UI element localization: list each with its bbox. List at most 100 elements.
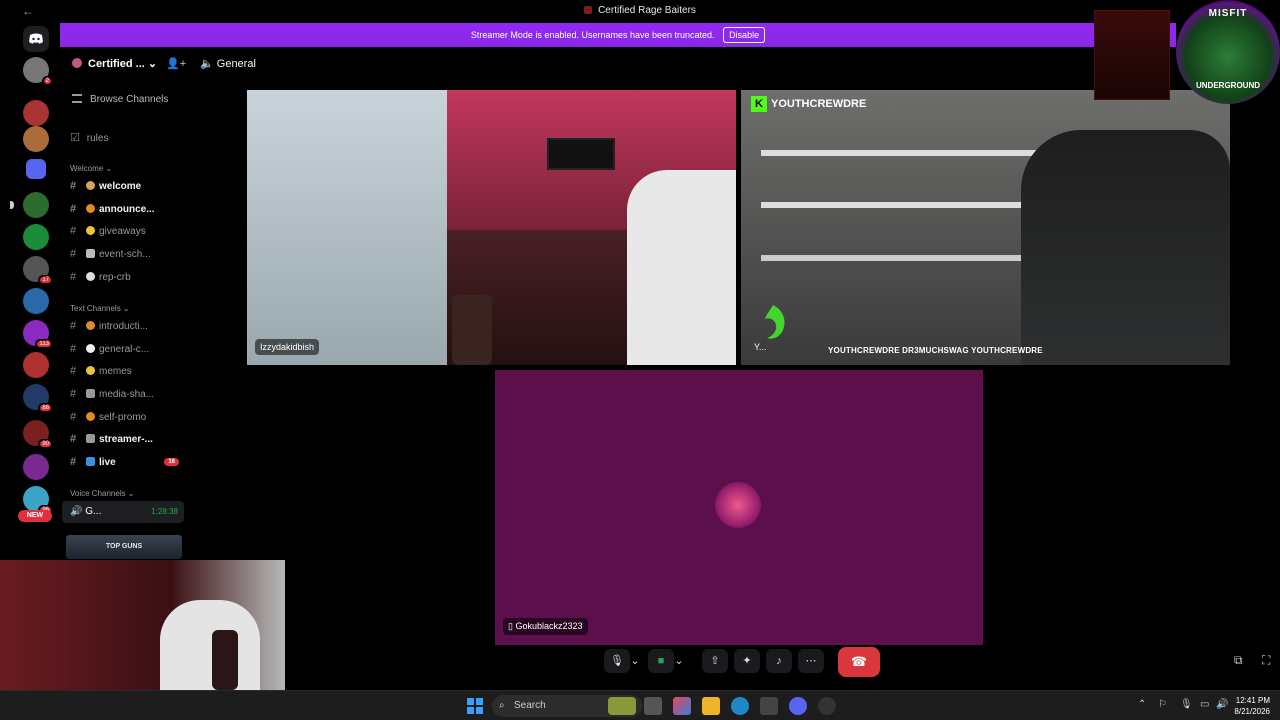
guild-header[interactable]: Certified ... ⌄ bbox=[72, 57, 157, 70]
unread-badge: 17 bbox=[38, 275, 53, 285]
server-icon[interactable] bbox=[10, 192, 49, 218]
channel-item[interactable]: ▸#announce... bbox=[70, 203, 185, 223]
store-icon[interactable] bbox=[760, 697, 778, 715]
microphone-tray-icon[interactable]: 🎙 bbox=[1180, 699, 1193, 710]
streamer-mode-banner: Streamer Mode is enabled. Usernames have… bbox=[60, 23, 1176, 47]
category-text[interactable]: Text Channels ⌄ bbox=[70, 304, 130, 313]
category-voice[interactable]: Voice Channels ⌄ bbox=[70, 489, 135, 498]
channel-sidebar: Certified ... ⌄ 👤+ Browse Channels ☑ rul… bbox=[60, 47, 187, 560]
logo-text-bottom: UNDERGROUND bbox=[1196, 81, 1260, 90]
phone-icon: ▯ bbox=[508, 621, 513, 631]
kick-logo-icon: K bbox=[751, 96, 767, 112]
server-icon[interactable] bbox=[23, 352, 49, 378]
participant-nameplate: ▯ Gokublackz2323 bbox=[503, 618, 588, 635]
server-icon[interactable]: 90 bbox=[23, 420, 53, 449]
chevron-up-icon[interactable]: ⌃ bbox=[1138, 699, 1146, 710]
hash-icon: # bbox=[70, 320, 77, 332]
emoji-icon bbox=[86, 412, 95, 421]
activity-card[interactable]: TOP GUNS bbox=[66, 535, 182, 559]
server-icon[interactable]: 2 bbox=[23, 57, 53, 86]
search-icon: ⌕ bbox=[499, 700, 505, 711]
channel-item[interactable]: # giveaways bbox=[70, 225, 185, 245]
server-icon[interactable]: 96 bbox=[23, 486, 53, 515]
server-icon[interactable] bbox=[23, 100, 49, 126]
category-welcome[interactable]: Welcome ⌄ bbox=[70, 164, 112, 173]
discord-home-icon[interactable] bbox=[23, 26, 49, 52]
speaker-tray-icon[interactable]: 🔊 bbox=[1216, 699, 1228, 710]
chevron-down-icon[interactable]: ⌄ bbox=[628, 649, 642, 673]
hash-icon: # bbox=[70, 271, 77, 283]
disable-streamer-mode-button[interactable]: Disable bbox=[723, 27, 766, 43]
search-label: Search bbox=[514, 700, 546, 711]
mention-count-badge: 16 bbox=[164, 458, 179, 466]
file-explorer-icon[interactable] bbox=[702, 697, 720, 715]
network-icon[interactable]: ⚐ bbox=[1158, 699, 1167, 710]
task-view-icon[interactable] bbox=[644, 697, 662, 715]
video-tile[interactable]: Izzydakidbish bbox=[247, 90, 736, 365]
hash-icon: # bbox=[70, 433, 77, 445]
misfit-underground-logo: MISFIT UNDERGROUND bbox=[1176, 0, 1280, 104]
server-icon[interactable] bbox=[23, 288, 49, 314]
fullscreen-icon[interactable]: ⛶ bbox=[1262, 653, 1270, 668]
discord-taskbar-icon[interactable] bbox=[789, 697, 807, 715]
disconnect-button[interactable]: ☎ bbox=[838, 647, 880, 677]
windows-taskbar: ⌕ Search ⌃ ⚐ 🎙 ▭ 🔊 12:41 PM 8/21/2026 bbox=[0, 690, 1280, 720]
more-options-icon[interactable]: ⋯ bbox=[798, 649, 824, 673]
hang-up-icon: ☎ bbox=[850, 654, 868, 669]
channel-item[interactable]: ▸#welcome bbox=[70, 180, 185, 200]
hash-icon: # bbox=[70, 365, 77, 377]
server-icon[interactable] bbox=[23, 224, 49, 250]
video-tile[interactable]: ▯ Gokublackz2323 bbox=[495, 370, 983, 645]
channel-item[interactable]: # self-promo bbox=[70, 411, 185, 431]
server-icon[interactable]: 113 bbox=[23, 320, 53, 349]
new-badge: NEW bbox=[18, 510, 52, 522]
invite-people-icon[interactable]: 👤+ bbox=[166, 57, 186, 70]
copilot-icon[interactable] bbox=[673, 697, 691, 715]
screen-share-icon[interactable]: ⇧ bbox=[702, 649, 728, 673]
channel-item-rules[interactable]: ☑ rules bbox=[70, 131, 185, 151]
browse-channels-item[interactable]: Browse Channels bbox=[72, 94, 168, 105]
logo-text-top: MISFIT bbox=[1208, 8, 1248, 19]
microphone-shape bbox=[212, 630, 238, 690]
unread-pip bbox=[10, 201, 14, 209]
category-label: Text Channels bbox=[70, 304, 121, 313]
channel-item[interactable]: # rep-crb bbox=[70, 271, 185, 291]
clock-date: 8/21/2026 bbox=[1234, 707, 1270, 716]
taskbar-clock[interactable]: 12:41 PM 8/21/2026 bbox=[1234, 695, 1270, 717]
camera-icon[interactable]: ■ bbox=[648, 649, 674, 673]
server-icon[interactable] bbox=[23, 454, 49, 480]
video-tile[interactable]: K YOUTHCREWDRE Y... bbox=[741, 90, 1230, 365]
channel-title: General bbox=[216, 58, 256, 70]
channel-label: rep-crb bbox=[99, 272, 131, 283]
server-icon[interactable] bbox=[23, 126, 49, 152]
emoji-icon bbox=[86, 366, 95, 375]
voice-channel-item[interactable]: 🔊 G... 1:28:38 bbox=[62, 501, 184, 523]
channel-label: announce... bbox=[99, 204, 155, 215]
channel-label: rules bbox=[86, 133, 109, 144]
channel-label: media-sha... bbox=[99, 389, 155, 400]
widget-icon[interactable] bbox=[608, 697, 636, 715]
display-icon[interactable]: ▭ bbox=[1200, 699, 1209, 710]
channel-item[interactable]: # introducti... bbox=[70, 320, 185, 340]
channel-item[interactable]: # memes bbox=[70, 365, 185, 385]
soundboard-icon[interactable]: ♪ bbox=[766, 649, 792, 673]
channel-item[interactable]: # media-sha... bbox=[70, 388, 185, 408]
server-icon[interactable]: 88 bbox=[23, 384, 53, 413]
hash-icon: # bbox=[70, 343, 77, 355]
channel-item[interactable]: ▸#live16 bbox=[70, 456, 185, 476]
microphone-icon[interactable]: 🎙 bbox=[604, 649, 630, 673]
channel-item[interactable]: # event-sch... bbox=[70, 248, 185, 268]
activities-icon[interactable]: ✦ bbox=[734, 649, 760, 673]
edge-browser-icon[interactable] bbox=[731, 697, 749, 715]
windows-start-icon[interactable] bbox=[466, 697, 484, 715]
popout-icon[interactable]: ⧉ bbox=[1234, 653, 1243, 668]
server-icon[interactable]: 17 bbox=[23, 256, 53, 285]
folder-icon[interactable] bbox=[26, 159, 46, 179]
obs-icon[interactable] bbox=[818, 697, 836, 715]
channel-item[interactable]: # general-c... bbox=[70, 343, 185, 363]
chevron-down-icon[interactable]: ⌄ bbox=[672, 649, 686, 673]
hash-icon: # bbox=[70, 203, 77, 215]
channel-item[interactable]: ▸#streamer-... bbox=[70, 433, 185, 453]
tv-icon bbox=[86, 434, 95, 443]
overlay-poster bbox=[1094, 10, 1170, 100]
